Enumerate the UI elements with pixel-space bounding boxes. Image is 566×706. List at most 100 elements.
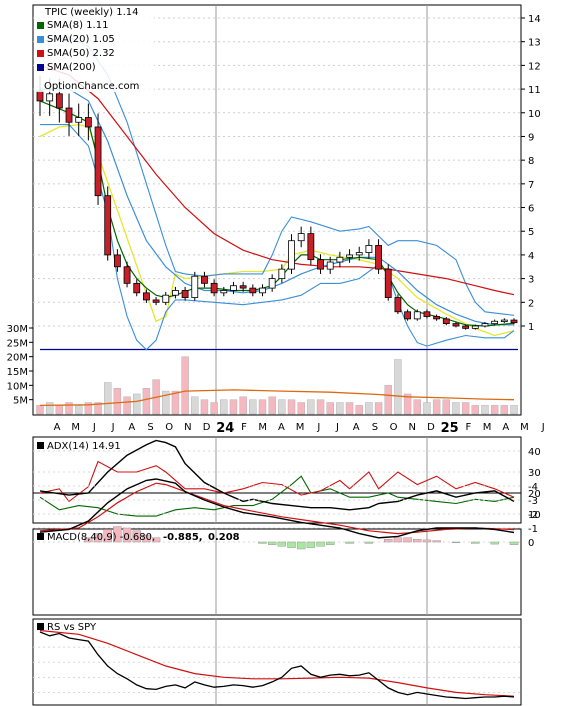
price-tick-label: 3	[528, 275, 534, 286]
candle-body	[201, 275, 208, 284]
volume-bar	[394, 359, 402, 415]
candle-body	[481, 323, 489, 327]
volume-bar	[104, 382, 112, 415]
candle-body	[346, 254, 353, 258]
price-tick-label: 10	[528, 109, 541, 120]
candle-body	[278, 268, 286, 280]
rs-gridlines	[33, 646, 521, 693]
macd-histogram-bar	[296, 541, 306, 550]
rs-panel: RS vs SPY	[32, 618, 522, 706]
candle-body	[423, 311, 431, 317]
minus-di-line	[39, 475, 515, 517]
macd-legend-swatch	[37, 533, 44, 540]
candle-body	[84, 117, 92, 128]
macd-tick-label: -1	[528, 524, 538, 535]
macd-histogram-bar	[306, 541, 316, 548]
macd-histogram-value: 0.208	[208, 532, 240, 543]
volume-bar	[133, 393, 141, 415]
legend-sma20-label: SMA(20) 1.05	[47, 34, 115, 45]
x-axis-label: M	[296, 422, 305, 433]
candle-body	[394, 297, 402, 313]
x-axis-label: O	[165, 422, 173, 433]
volume-bar	[171, 390, 180, 415]
volume-bar	[191, 396, 199, 415]
volume-bar	[229, 399, 238, 415]
candle-body	[162, 294, 170, 303]
candle-body	[133, 282, 141, 294]
rs-legend-swatch	[37, 623, 44, 630]
volume-bar	[442, 399, 450, 415]
volume-bar	[384, 385, 392, 415]
volume-y-axis: 30M 25M 20M 15M 10M 5M	[7, 324, 33, 407]
macd-signal-value: -0.885,	[163, 532, 203, 543]
macd-histogram-bar	[451, 541, 461, 543]
x-axis-label: M	[71, 422, 80, 433]
x-axis-label: J	[335, 422, 339, 433]
legend-sma200-label: SMA(200)	[47, 62, 96, 73]
legend-sma20: SMA(20) 1.05	[37, 34, 115, 45]
macd-histogram-bar	[316, 541, 325, 547]
candle-body	[65, 107, 73, 123]
macd-histogram-bar	[393, 537, 403, 543]
x-axis-label: F	[466, 422, 472, 433]
candle-body	[123, 266, 131, 284]
candle-body	[46, 93, 54, 102]
macd-tick-label: -2	[528, 510, 538, 521]
legend-sma50-swatch	[37, 50, 44, 57]
volume-bar	[336, 402, 344, 415]
volume-bar	[278, 399, 286, 415]
macd-tick-label: -4	[528, 482, 538, 493]
candle-body	[452, 323, 460, 327]
macd-histogram-bar	[422, 539, 432, 543]
volume-tick-label: 5M	[13, 396, 28, 407]
macd-histogram-bar	[403, 537, 412, 543]
macd-panel: 0 -1 -2 -3 -4 MACD(8,40,9) -0.680, -0.885, 0…	[32, 478, 538, 616]
price-tick-label: 7	[528, 180, 534, 191]
volume-bar	[55, 405, 64, 415]
x-axis-label: S	[147, 422, 153, 433]
candle-body	[249, 287, 257, 294]
candle-body	[433, 316, 441, 320]
rs-panel-frame	[32, 618, 522, 706]
candle-body	[94, 126, 102, 197]
macd-histogram-bar	[258, 541, 267, 544]
macd-tick-label: 0	[528, 538, 534, 549]
volume-bar	[345, 402, 354, 415]
candle-body	[336, 256, 344, 263]
volume-bar	[365, 402, 373, 415]
rs-line	[39, 631, 515, 700]
volume-tick-label: 30M	[7, 324, 28, 335]
x-axis-label: A	[353, 422, 360, 433]
x-axis-label: A	[502, 422, 509, 433]
rs-average-line	[39, 629, 515, 697]
volume-bar	[481, 405, 489, 415]
candle-body	[500, 319, 508, 322]
chart-title: TPIC (weekly) 1.14	[44, 7, 138, 18]
candle-body	[230, 285, 237, 291]
x-axis-label: M	[258, 422, 267, 433]
price-tick-label: 12	[528, 61, 541, 72]
candle-body	[365, 245, 373, 253]
candle-body	[384, 268, 392, 298]
x-axis-label: S	[372, 422, 378, 433]
adx-tick-label: 40	[528, 447, 541, 458]
volume-bar	[374, 402, 383, 415]
price-tick-label: 9	[528, 132, 534, 143]
candle-body	[442, 318, 450, 325]
legend-sma200-swatch	[37, 64, 44, 71]
volume-tick-label: 15M	[7, 367, 28, 378]
x-axis-label: M	[520, 422, 529, 433]
x-axis-label: O	[390, 422, 398, 433]
volume-bar	[510, 405, 518, 415]
volume-bar	[36, 405, 44, 415]
candle-body	[326, 261, 334, 270]
volume-bar	[413, 399, 421, 415]
x-axis-label: A	[278, 422, 285, 433]
legend-sma8: SMA(8) 1.11	[37, 20, 108, 31]
x-axis-label: D	[427, 422, 435, 433]
candle-body	[191, 275, 199, 298]
candle-body	[259, 287, 266, 294]
legend-sma8-swatch	[37, 22, 44, 29]
adx-tick-label: 30	[528, 468, 541, 479]
macd-signal-line	[39, 482, 515, 535]
